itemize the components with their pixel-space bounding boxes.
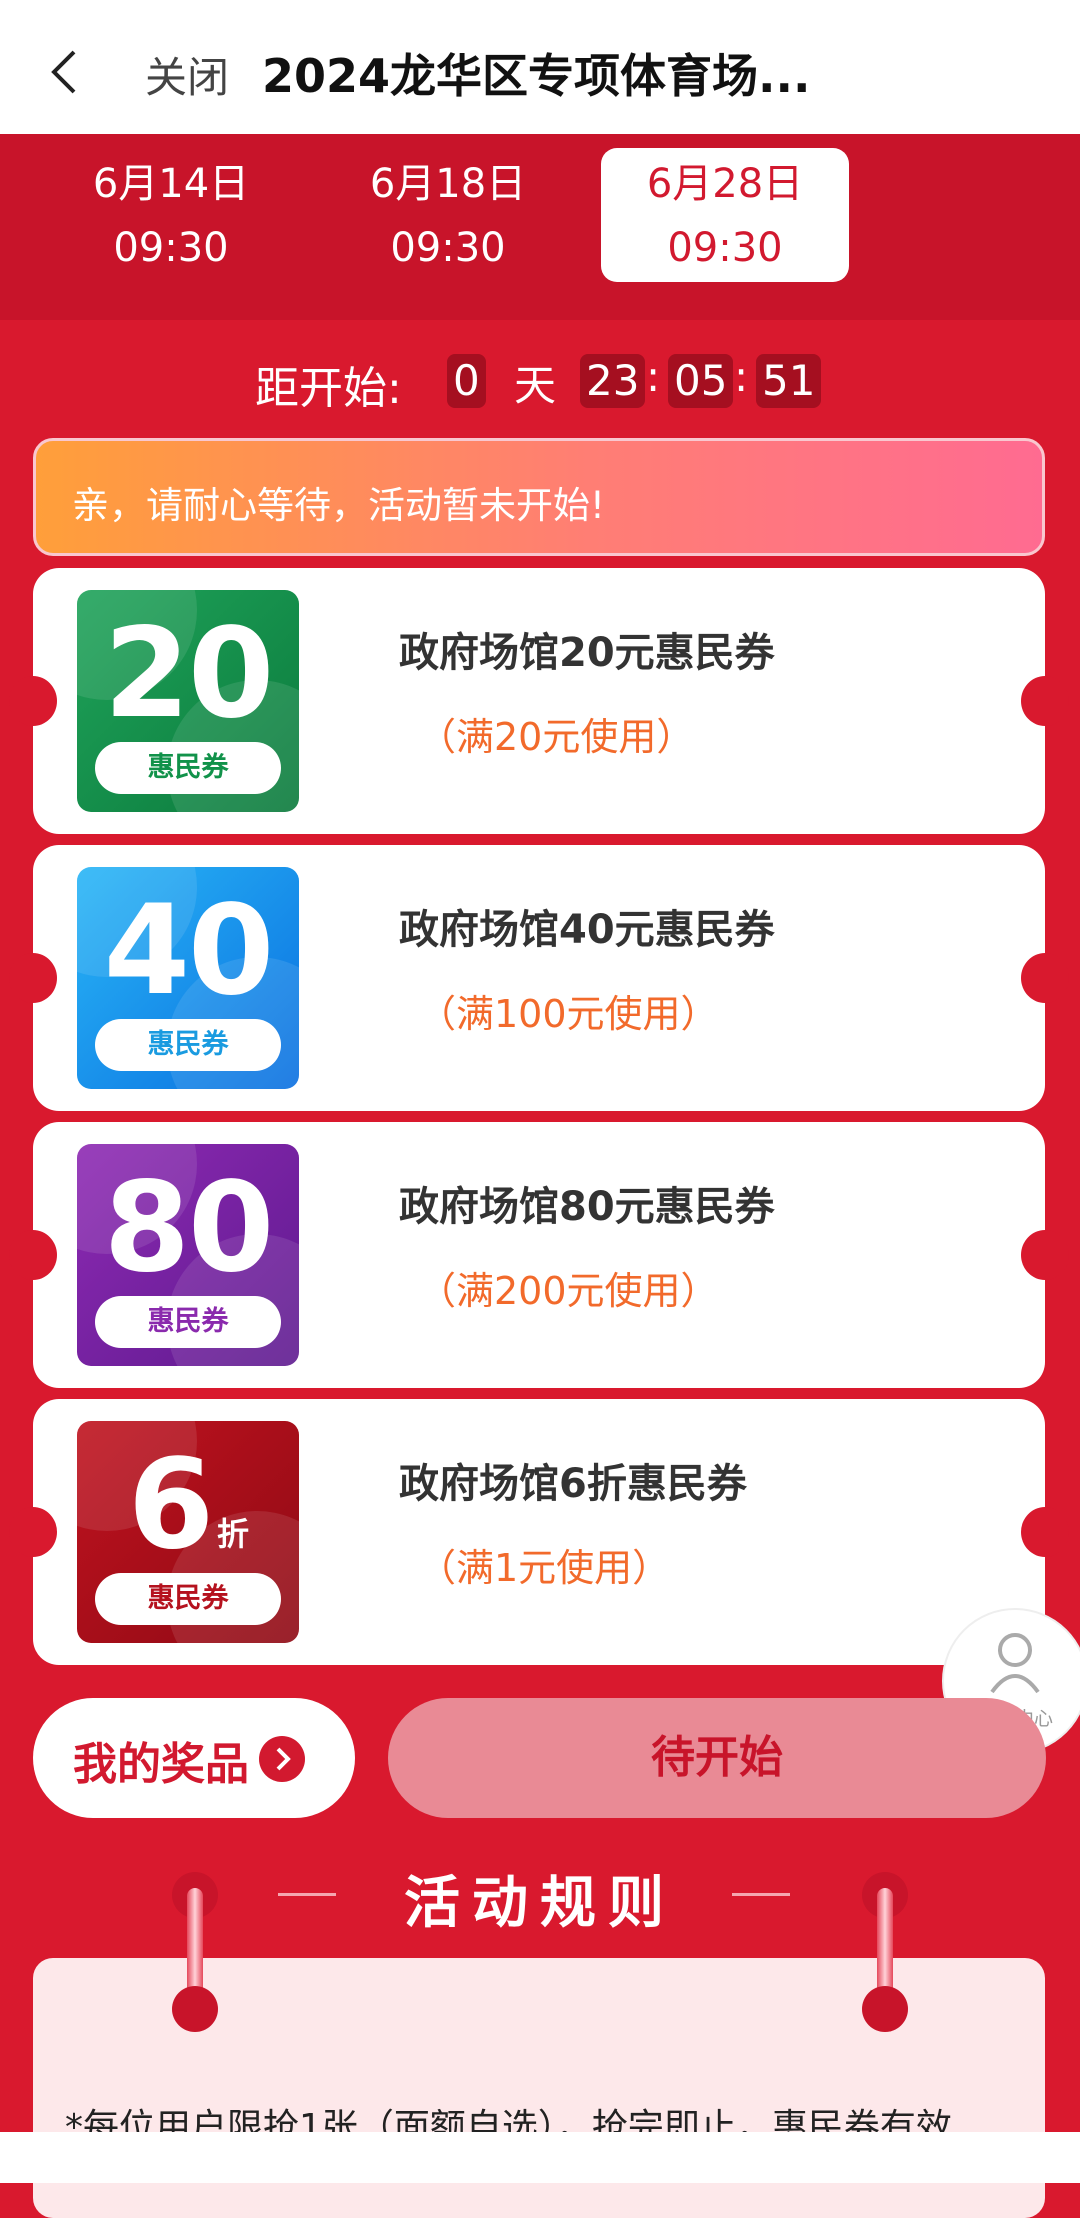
date-tab-1[interactable]: 6月14日 09:30 <box>47 148 295 282</box>
coupon-badge: 40 惠民券 <box>77 867 299 1089</box>
my-prizes-button[interactable]: 我的奖品 <box>33 1698 355 1818</box>
coupon-badge-label: 惠民券 <box>95 1019 281 1071</box>
coupon-condition: （满1元使用） <box>418 1546 671 1590</box>
page-title: 2024龙华区专项体育场... <box>262 49 811 103</box>
date-tab-2[interactable]: 6月18日 09:30 <box>324 148 572 282</box>
coupon-badge: 6 折 惠民券 <box>77 1421 299 1643</box>
close-button[interactable]: 关闭 <box>145 44 229 105</box>
date-tab-date: 6月28日 <box>646 161 804 207</box>
coupon-badge-label: 惠民券 <box>95 1296 281 1348</box>
coupon-badge: 20 惠民券 <box>77 590 299 812</box>
coupon-badge-value: 80 <box>103 1156 275 1300</box>
countdown-separator: : <box>646 352 661 401</box>
coupon-name: 政府场馆40元惠民券 <box>399 907 775 953</box>
coupon-badge: 80 惠民券 <box>77 1144 299 1366</box>
countdown-label: 距开始: <box>255 363 402 414</box>
coupon-condition: （满20元使用） <box>418 715 695 759</box>
rules-title: 活动规则 <box>404 1871 676 1936</box>
top-nav-bar: 关闭 2024龙华区专项体育场... <box>0 0 1080 134</box>
coupon-badge-value: 20 <box>103 602 275 746</box>
my-prizes-label: 我的奖品 <box>73 1739 249 1790</box>
coupon-card-80[interactable]: 80 惠民券 政府场馆80元惠民券 （满200元使用） <box>9 1122 1069 1388</box>
pending-start-button[interactable]: 待开始 <box>388 1698 1046 1818</box>
countdown-hours: 23 <box>580 354 646 408</box>
user-icon <box>990 1633 1040 1694</box>
coupon-badge-label: 惠民券 <box>95 742 281 794</box>
date-tab-date: 6月18日 <box>369 161 527 207</box>
bottom-bar <box>0 2132 1080 2183</box>
chevron-right-icon <box>259 1736 305 1782</box>
date-tab-3[interactable]: 6月28日 09:30 <box>601 148 849 282</box>
coupon-name: 政府场馆6折惠民券 <box>399 1461 747 1507</box>
coupon-card-20[interactable]: 20 惠民券 政府场馆20元惠民券 （满20元使用） <box>9 568 1069 834</box>
coupon-card-6-discount[interactable]: 6 折 惠民券 政府场馆6折惠民券 （满1元使用） <box>9 1399 1069 1665</box>
coupon-condition: （满200元使用） <box>418 1269 719 1313</box>
notice-banner: 亲，请耐心等待，活动暂未开始! <box>33 438 1045 556</box>
countdown-days: 0 <box>447 354 486 408</box>
notice-text: 亲，请耐心等待，活动暂未开始! <box>72 484 605 527</box>
binder-ring <box>172 1986 218 2032</box>
date-tab-date: 6月14日 <box>92 161 250 207</box>
date-tab-time: 09:30 <box>667 225 783 271</box>
coupon-badge-value: 40 <box>103 879 275 1023</box>
countdown-minutes: 05 <box>668 354 734 408</box>
date-tab-time: 09:30 <box>390 225 506 271</box>
coupon-badge-label: 惠民券 <box>95 1573 281 1625</box>
coupon-badge-suffix: 折 <box>217 1515 250 1553</box>
coupon-name: 政府场馆20元惠民券 <box>399 630 775 676</box>
coupon-condition: （满100元使用） <box>418 992 719 1036</box>
countdown-timer: 距开始: 0 天 23 : 05 : 51 <box>0 350 1080 414</box>
coupon-name: 政府场馆80元惠民券 <box>399 1184 775 1230</box>
countdown-separator: : <box>734 352 749 401</box>
coupon-card-40[interactable]: 40 惠民券 政府场馆40元惠民券 （满100元使用） <box>9 845 1069 1111</box>
date-tab-time: 09:30 <box>113 225 229 271</box>
back-arrow-icon[interactable] <box>44 48 84 96</box>
countdown-day-unit: 天 <box>514 361 557 410</box>
coupon-badge-value: 6 <box>127 1433 214 1577</box>
date-tab-bar: 6月14日 09:30 6月18日 09:30 6月28日 09:30 <box>0 134 1080 320</box>
countdown-seconds: 51 <box>756 354 822 408</box>
binder-ring <box>862 1986 908 2032</box>
